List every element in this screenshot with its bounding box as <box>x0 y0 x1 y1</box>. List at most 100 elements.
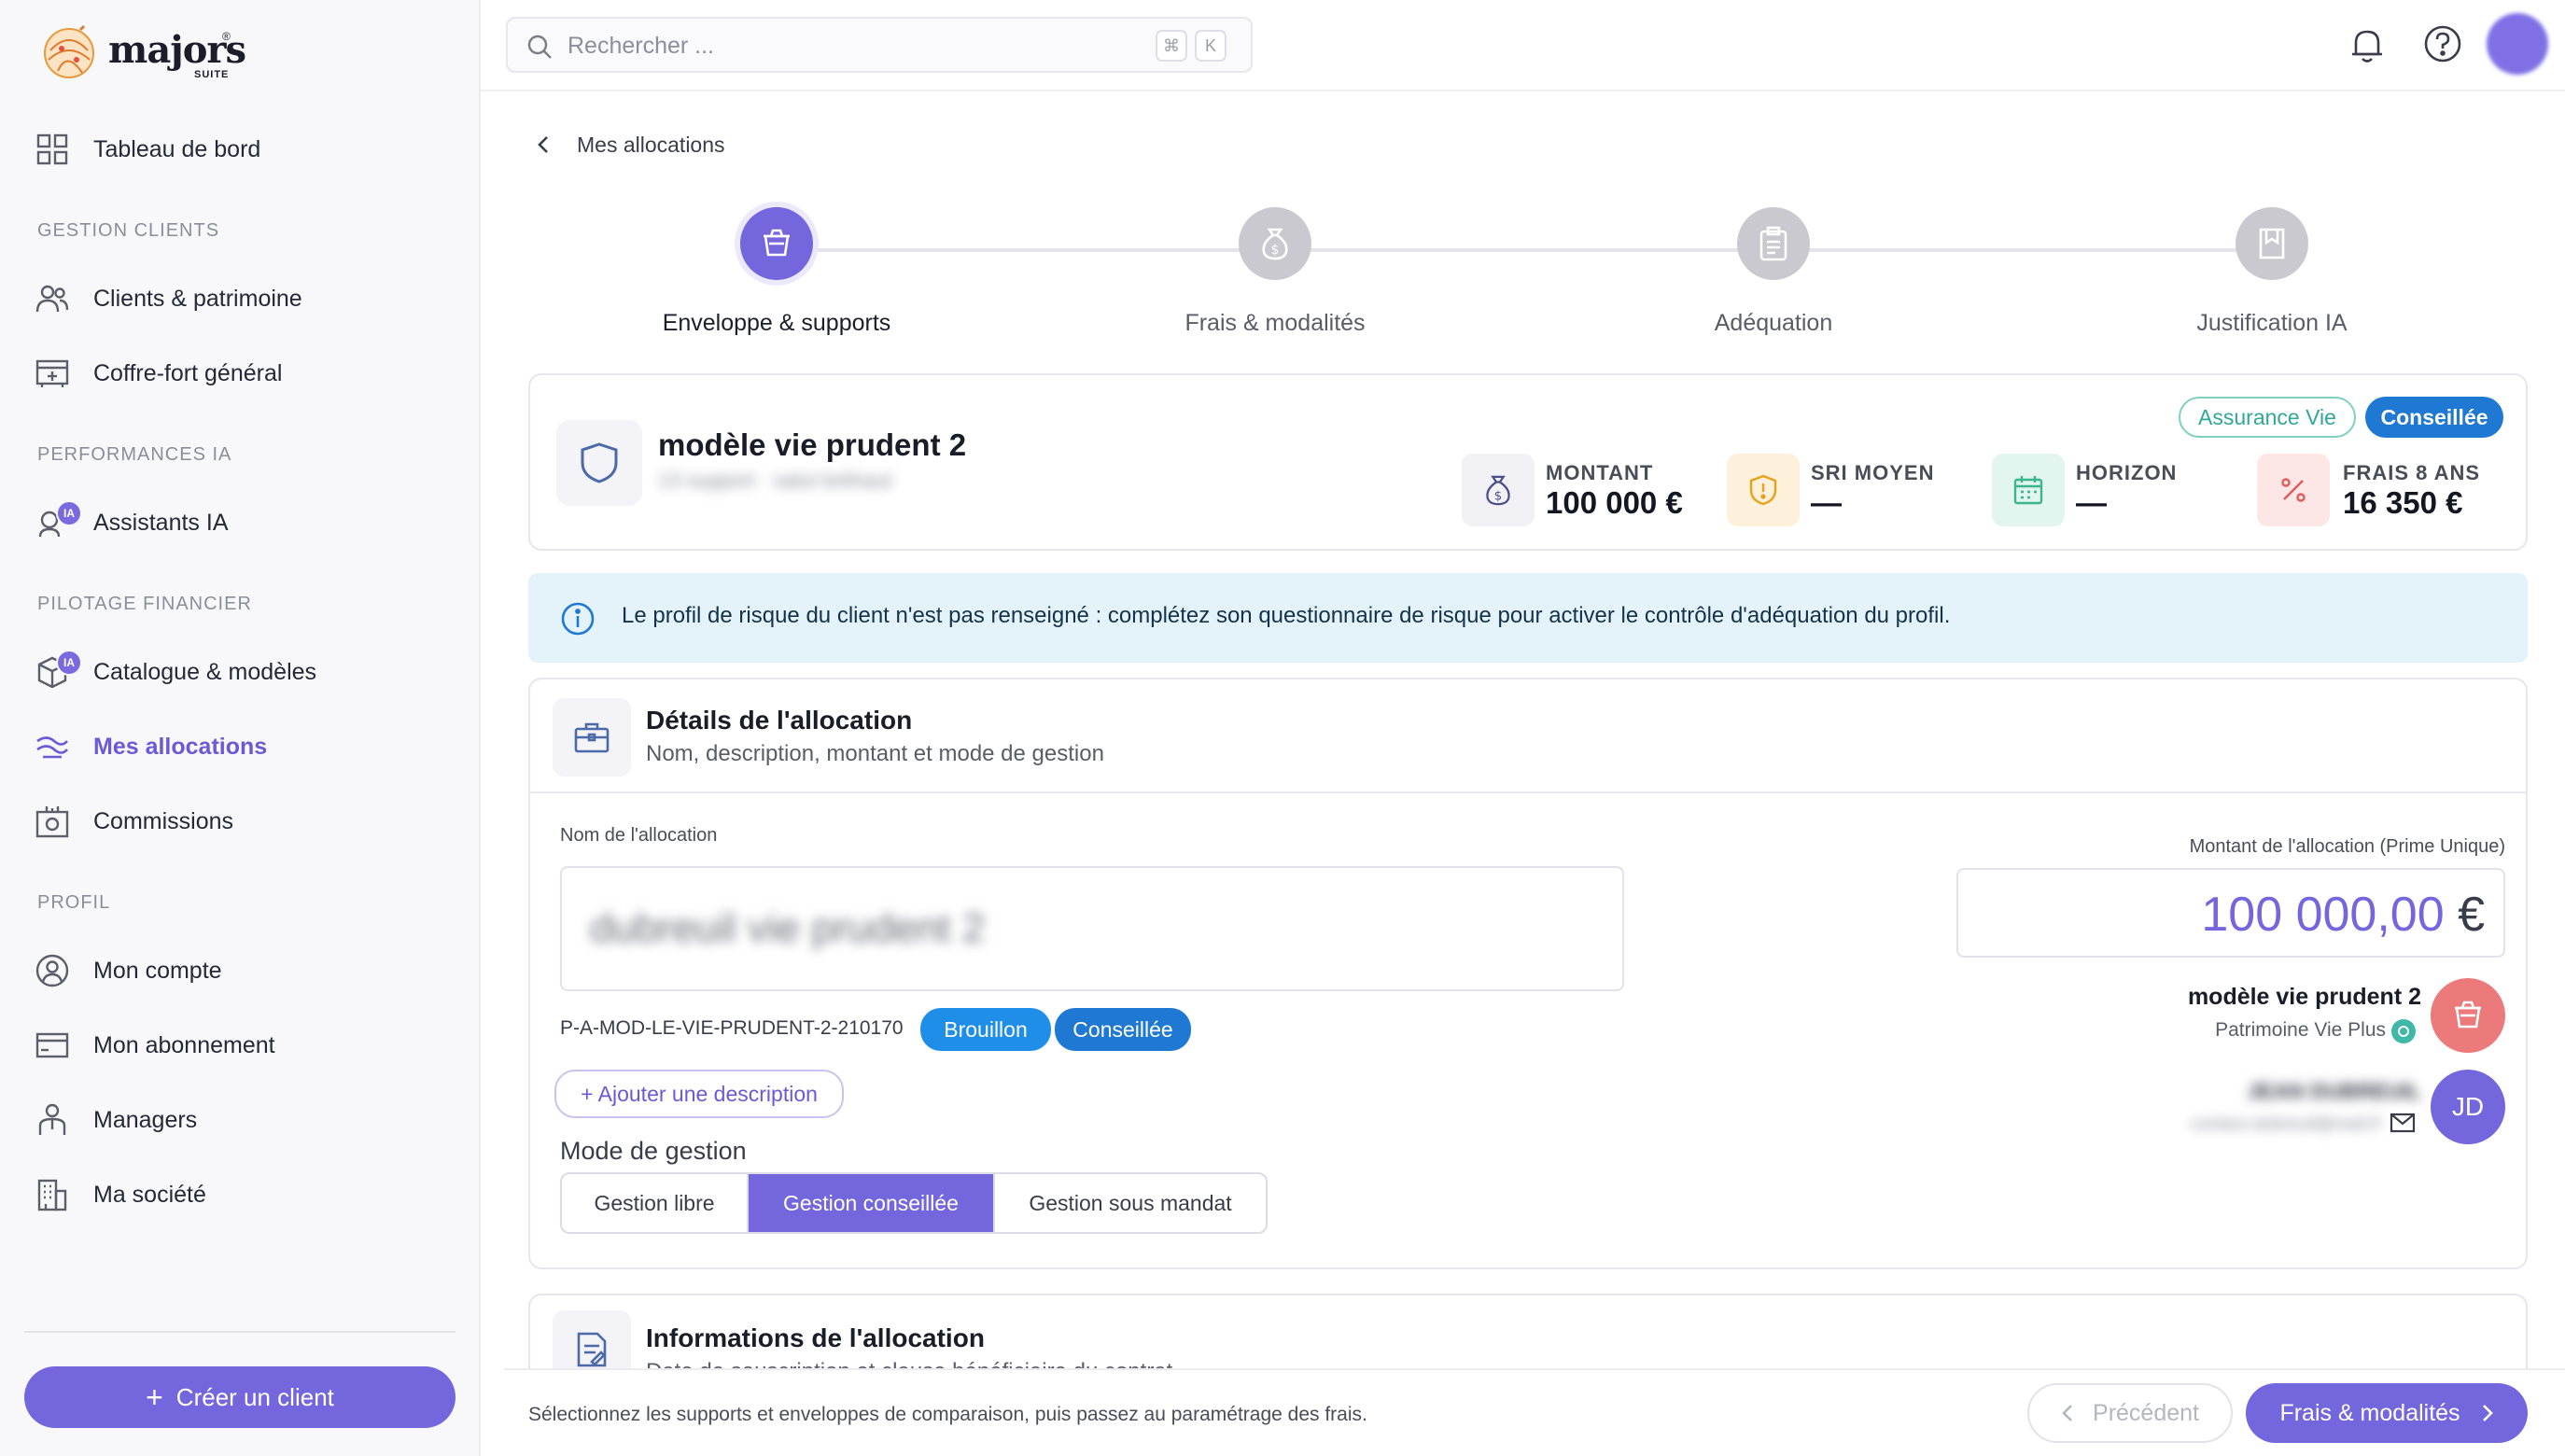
users-icon <box>34 280 71 317</box>
mail-icon[interactable] <box>2390 1113 2416 1133</box>
search-icon <box>527 35 552 59</box>
brand-logo[interactable]: majors ® SUITE <box>39 22 282 88</box>
footer-hint: Sélectionnez les supports et enveloppes … <box>528 1404 1367 1425</box>
kpi-horizon-value: — <box>2076 485 2107 520</box>
building-icon <box>34 1176 71 1213</box>
step-ai-justification[interactable] <box>2236 207 2308 280</box>
briefcase-icon-box <box>553 698 631 777</box>
mode-free-option[interactable]: Gestion libre <box>562 1174 749 1232</box>
amount-input[interactable]: 100 000,00 € <box>1956 868 2505 958</box>
sidebar-item-my-account[interactable]: Mon compte <box>34 943 444 999</box>
basket-icon <box>2455 1001 2481 1029</box>
details-title: Détails de l'allocation <box>646 706 913 735</box>
section-title: GESTION CLIENTS <box>37 220 220 241</box>
document-ai-icon <box>2259 228 2285 259</box>
breadcrumb[interactable]: Mes allocations <box>536 129 725 161</box>
model-provider: Patrimoine Vie Plus <box>2215 1019 2386 1041</box>
brand-registered: ® <box>222 30 231 43</box>
sidebar-item-dashboard[interactable]: Tableau de bord <box>34 121 444 177</box>
mode-mandate-option[interactable]: Gestion sous mandat <box>995 1174 1266 1232</box>
bell-icon[interactable] <box>2348 24 2386 65</box>
allocation-title: modèle vie prudent 2 <box>658 427 967 462</box>
sidebar-item-my-allocations[interactable]: Mes allocations <box>34 719 444 775</box>
sidebar-item-label: Mon compte <box>93 957 222 984</box>
robot-icon: IA <box>34 500 82 541</box>
sidebar-item-label: Clients & patrimoine <box>93 285 302 312</box>
calendar-icon <box>2013 476 2043 505</box>
amount-label: Montant de l'allocation (Prime Unique) <box>2189 836 2505 857</box>
kpi-fees-label: FRAIS 8 ANS <box>2343 461 2481 484</box>
shield-alert-icon <box>1749 474 1777 506</box>
chevron-left-icon <box>2062 1405 2072 1421</box>
search-placeholder: Rechercher ... <box>568 33 715 59</box>
sidebar-item-label: Managers <box>93 1106 198 1133</box>
clipboard-icon <box>1759 226 1787 261</box>
mode-advised-option[interactable]: Gestion conseillée <box>749 1174 995 1232</box>
sidebar-item-vault[interactable]: Coffre-fort général <box>34 345 444 401</box>
client-avatar[interactable]: JD <box>2431 1070 2505 1144</box>
provider-status-icon <box>2391 1019 2416 1043</box>
step-fees[interactable]: $ <box>1239 207 1311 280</box>
kpi-horizon-label: HORIZON <box>2076 461 2178 484</box>
step-adequacy[interactable] <box>1737 207 1810 280</box>
risk-profile-alert-text: Le profil de risque du client n'est pas … <box>622 603 1951 628</box>
next-button[interactable]: Frais & modalités <box>2246 1383 2528 1443</box>
step-connector <box>812 248 1241 252</box>
previous-label: Précédent <box>2093 1399 2199 1426</box>
risk-profile-alert: Le profil de risque du client n'est pas … <box>528 573 2528 663</box>
step-label: Justification IA <box>2196 310 2348 336</box>
svg-text:$: $ <box>1494 489 1502 503</box>
info-icon <box>561 602 595 636</box>
sidebar: majors ® SUITE Tableau de bord GESTION C… <box>0 0 481 1456</box>
k-key: K <box>1195 30 1226 62</box>
kpi-sri-label: SRI MOYEN <box>1811 461 1935 484</box>
section-title: PROFIL <box>37 892 111 913</box>
plus-icon: + <box>146 1380 163 1414</box>
previous-button[interactable]: Précédent <box>2027 1383 2233 1443</box>
kpi-amount-icon-box: $ <box>1462 454 1535 526</box>
sidebar-item-ai-assistants[interactable]: IA Assistants IA <box>34 495 444 551</box>
card-header-divider <box>530 791 2526 793</box>
add-description-button[interactable]: + Ajouter une description <box>554 1070 844 1118</box>
card-icon <box>34 1027 71 1064</box>
user-circle-icon <box>34 952 71 989</box>
sidebar-item-label: Coffre-fort général <box>93 359 283 386</box>
sidebar-item-label: Mes allocations <box>93 733 268 760</box>
status-badge-draft: Brouillon <box>920 1008 1051 1051</box>
sidebar-item-subscription[interactable]: Mon abonnement <box>34 1017 444 1073</box>
step-connector <box>1311 248 1740 252</box>
help-icon[interactable] <box>2423 24 2462 63</box>
allocations-icon <box>34 728 71 765</box>
model-name: modèle vie prudent 2 <box>2187 984 2421 1010</box>
breadcrumb-label: Mes allocations <box>577 132 725 157</box>
percent-icon <box>2281 478 2306 502</box>
allocation-reference: P-A-MOD-LE-VIE-PRUDENT-2-210170 <box>560 1017 904 1039</box>
kpi-sri-value: — <box>1811 485 1842 520</box>
topbar-divider <box>481 90 2565 91</box>
search-input[interactable]: Rechercher ... ⌘ K <box>506 17 1253 73</box>
allocation-name-input[interactable]: dubreuil vie prudent 2 <box>560 866 1624 991</box>
sidebar-item-label: Commissions <box>93 807 234 834</box>
sidebar-item-company[interactable]: Ma société <box>34 1167 444 1223</box>
sidebar-item-label: Assistants IA <box>93 509 229 536</box>
create-client-button[interactable]: + Créer un client <box>24 1366 456 1428</box>
sidebar-item-commissions[interactable]: Commissions <box>34 793 444 849</box>
logo-mark-icon <box>44 24 94 78</box>
money-bag-icon: $ <box>1486 475 1510 506</box>
vault-icon <box>34 355 71 392</box>
sidebar-divider <box>24 1331 456 1333</box>
information-title: Informations de l'allocation <box>646 1323 985 1352</box>
sidebar-item-label: Mon abonnement <box>93 1031 275 1058</box>
sidebar-item-catalogue[interactable]: IA Catalogue & modèles <box>34 644 444 700</box>
step-envelope[interactable] <box>740 207 813 280</box>
sidebar-item-managers[interactable]: Managers <box>34 1092 444 1148</box>
kpi-horizon-icon-box <box>1992 454 2065 526</box>
sidebar-item-clients[interactable]: Clients & patrimoine <box>34 271 444 327</box>
basket-icon <box>764 229 790 257</box>
sidebar-item-label: Ma société <box>93 1181 206 1208</box>
kpi-fees-value: 16 350 € <box>2343 485 2463 520</box>
tag-advised: Conseillée <box>2365 397 2503 438</box>
user-avatar[interactable] <box>2487 13 2548 75</box>
management-mode-selector: Gestion libre Gestion conseillée Gestion… <box>560 1172 1268 1234</box>
shield-icon-box <box>556 420 642 506</box>
